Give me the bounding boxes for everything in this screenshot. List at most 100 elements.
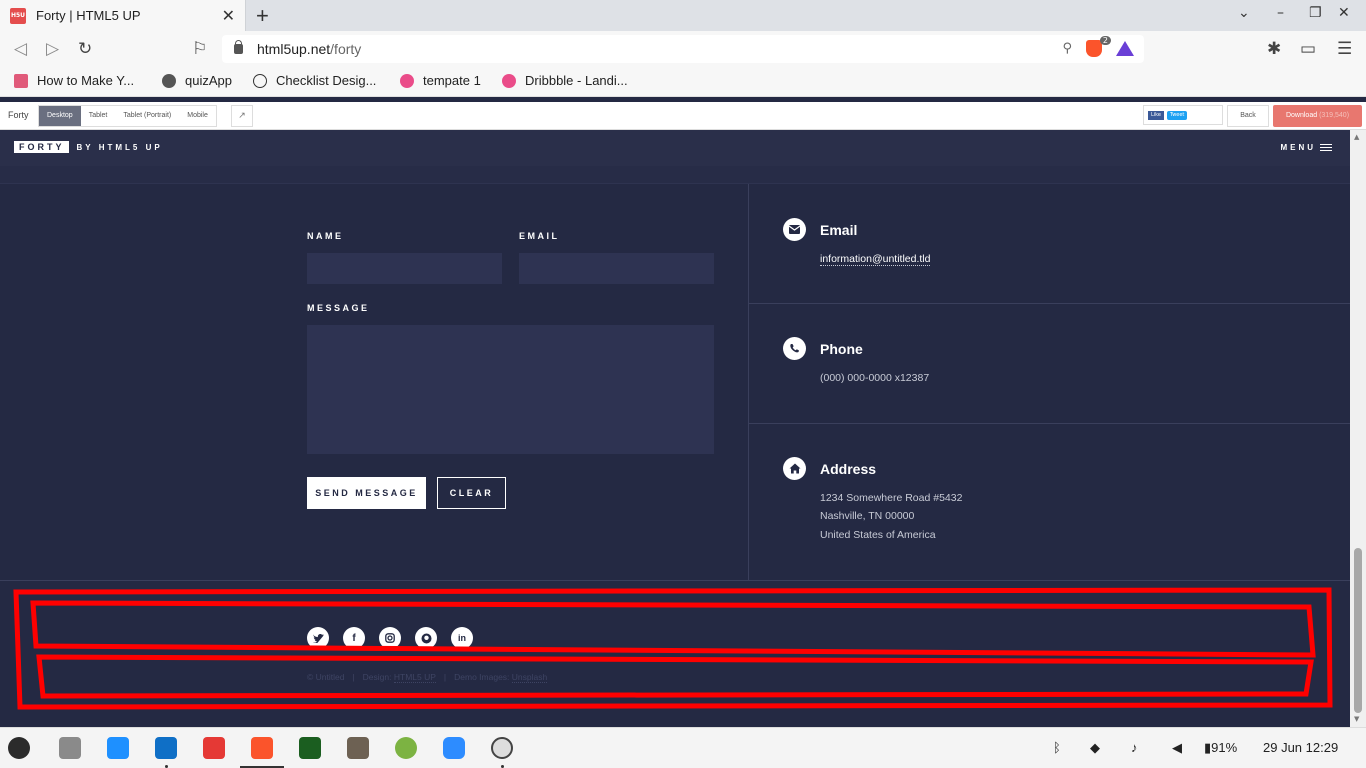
email-input[interactable]	[519, 253, 714, 284]
address-title: Address	[820, 461, 877, 477]
lock-icon	[234, 40, 243, 54]
browser-menu-icon[interactable]: ☰	[1337, 39, 1352, 59]
wifi-icon[interactable]: ◆	[1090, 740, 1100, 756]
github-icon[interactable]	[415, 627, 437, 649]
design-link[interactable]: HTML5 UP	[393, 672, 436, 683]
message-label: MESSAGE	[307, 303, 370, 313]
scroll-down-arrow-icon[interactable]: ▼	[1354, 715, 1359, 723]
notifications-bell-icon[interactable]: ♪	[1131, 740, 1138, 755]
email-link[interactable]: information@untitled.tld	[820, 253, 931, 266]
address-line-2: Nashville, TN 00000	[820, 510, 915, 522]
scroll-up-arrow-icon[interactable]: ▲	[1354, 133, 1359, 141]
dribbble-icon	[502, 73, 516, 88]
twitter-icon[interactable]	[307, 627, 329, 649]
clock-icon[interactable]	[491, 737, 513, 759]
bookmark-label: Checklist Desig...	[276, 73, 377, 88]
phone-title: Phone	[820, 341, 863, 357]
phone-info-block: Phone (000) 000-0000 x12387	[749, 304, 1350, 424]
tab-list-chevron-icon[interactable]: ⌄	[1238, 5, 1250, 21]
facebook-icon[interactable]: f	[343, 627, 365, 649]
menu-button[interactable]: MENU	[1280, 143, 1332, 152]
send-message-button[interactable]: SEND MESSAGE	[307, 477, 426, 509]
shield-badge: 2	[1099, 36, 1111, 45]
back-button[interactable]: Back	[1227, 105, 1269, 127]
volume-icon[interactable]: ◀	[1172, 740, 1182, 756]
vscode-icon[interactable]	[155, 737, 177, 759]
reload-icon[interactable]: ↻	[78, 39, 92, 59]
bookmark-label: How to Make Y...	[37, 73, 135, 88]
minimize-button[interactable]: –	[1277, 5, 1284, 21]
clock-datetime[interactable]: 29 Jun 12:29	[1263, 740, 1338, 755]
unsplash-link[interactable]: Unsplash	[511, 672, 548, 683]
message-textarea[interactable]	[307, 325, 714, 454]
new-tab-button[interactable]: +	[256, 3, 269, 29]
bookmark-item[interactable]: Checklist Desig...	[253, 73, 376, 88]
zorin-menu-icon[interactable]	[8, 737, 30, 759]
scroll-thumb[interactable]	[1354, 548, 1362, 713]
demo-toolbar: Forty Desktop Tablet Tablet (Portrait) M…	[0, 102, 1366, 130]
zoom-icon[interactable]: ⚲	[1062, 41, 1072, 56]
linkedin-icon[interactable]: in	[451, 627, 473, 649]
instagram-icon[interactable]	[379, 627, 401, 649]
separator: |	[443, 672, 447, 682]
git-client-icon[interactable]	[203, 737, 225, 759]
brave-shield-icon[interactable]: 2	[1086, 36, 1111, 57]
bluetooth-icon[interactable]: ᛒ	[1053, 740, 1061, 755]
html5up-favicon-icon: H5U	[10, 7, 26, 24]
bookmark-item[interactable]: tempate 1	[400, 73, 481, 88]
checkmark-icon	[253, 73, 267, 88]
device-mobile[interactable]: Mobile	[179, 106, 216, 126]
download-count: (319,540)	[1319, 112, 1350, 119]
menu-label: MENU	[1280, 143, 1316, 152]
close-tab-icon[interactable]: ✕	[222, 6, 235, 25]
extensions-icon[interactable]: ✱	[1267, 39, 1281, 59]
device-tablet-portrait[interactable]: Tablet (Portrait)	[115, 106, 179, 126]
download-button[interactable]: Download (319,540)	[1273, 105, 1362, 127]
site-logo[interactable]: FORTY BY HTML5 UP	[14, 141, 163, 153]
name-label: NAME	[307, 231, 344, 241]
name-input[interactable]	[307, 253, 502, 284]
battery-indicator[interactable]: ▮91%	[1204, 740, 1237, 756]
envelope-icon	[783, 218, 806, 241]
maximize-button[interactable]: ❐	[1309, 5, 1322, 21]
back-arrow-icon[interactable]: ◁	[14, 39, 27, 59]
files-icon[interactable]	[59, 737, 81, 759]
tweet-button[interactable]: Tweet	[1166, 110, 1188, 120]
logo-text: FORTY	[14, 141, 69, 153]
device-tablet[interactable]: Tablet	[81, 106, 116, 126]
bookmark-item[interactable]: Dribbble - Landi...	[502, 73, 628, 88]
software-store-icon[interactable]	[107, 737, 129, 759]
phone-value: (000) 000-0000 x12387	[820, 372, 930, 384]
bookmark-label: Dribbble - Landi...	[525, 73, 628, 88]
wallet-icon[interactable]: ▭	[1300, 39, 1316, 59]
bookmark-label: quizApp	[185, 73, 232, 88]
bookmark-item[interactable]: quizApp	[162, 73, 232, 88]
system-monitor-icon[interactable]	[299, 737, 321, 759]
address-toolbar: ◁ ▷ ↻ ⚐ html5up.net/forty ⚲ 2 ✱ ▭ ☰	[0, 31, 1366, 67]
close-window-button[interactable]: ✕	[1338, 5, 1350, 21]
clear-button[interactable]: CLEAR	[437, 477, 506, 509]
compass-icon[interactable]	[395, 737, 417, 759]
brave-rewards-icon[interactable]	[1116, 41, 1134, 56]
video-icon	[14, 73, 28, 88]
bookmark-label: tempate 1	[423, 73, 481, 88]
forward-arrow-icon[interactable]: ▷	[46, 39, 59, 59]
bookmark-item[interactable]: How to Make Y...	[14, 73, 134, 88]
open-external-icon[interactable]: ↗	[231, 105, 253, 127]
facebook-like-button[interactable]: Like	[1148, 110, 1164, 120]
browser-tab[interactable]: H5U Forty | HTML5 UP ✕	[0, 0, 246, 31]
address-info-block: Address 1234 Somewhere Road #5432 Nashvi…	[749, 424, 1350, 581]
zoom-app-icon[interactable]	[443, 737, 465, 759]
bookmark-icon[interactable]: ⚐	[192, 39, 207, 59]
header-banner-strip	[0, 166, 1350, 184]
os-taskbar: ᛒ ◆ ♪ ◀ ▮91% 29 Jun 12:29	[0, 727, 1366, 768]
device-desktop[interactable]: Desktop	[39, 106, 81, 126]
url-input[interactable]: html5up.net/forty ⚲ 2	[222, 35, 1144, 63]
globe-icon	[162, 73, 176, 88]
gimp-icon[interactable]	[347, 737, 369, 759]
site-header: FORTY BY HTML5 UP MENU	[0, 130, 1350, 166]
page-scrollbar[interactable]: ▲ ▼	[1350, 130, 1366, 727]
tab-bar: H5U Forty | HTML5 UP ✕ + ⌄ – ❐ ✕	[0, 0, 1366, 31]
brave-browser-icon[interactable]	[251, 737, 273, 759]
images-label: Demo Images:	[454, 672, 510, 682]
